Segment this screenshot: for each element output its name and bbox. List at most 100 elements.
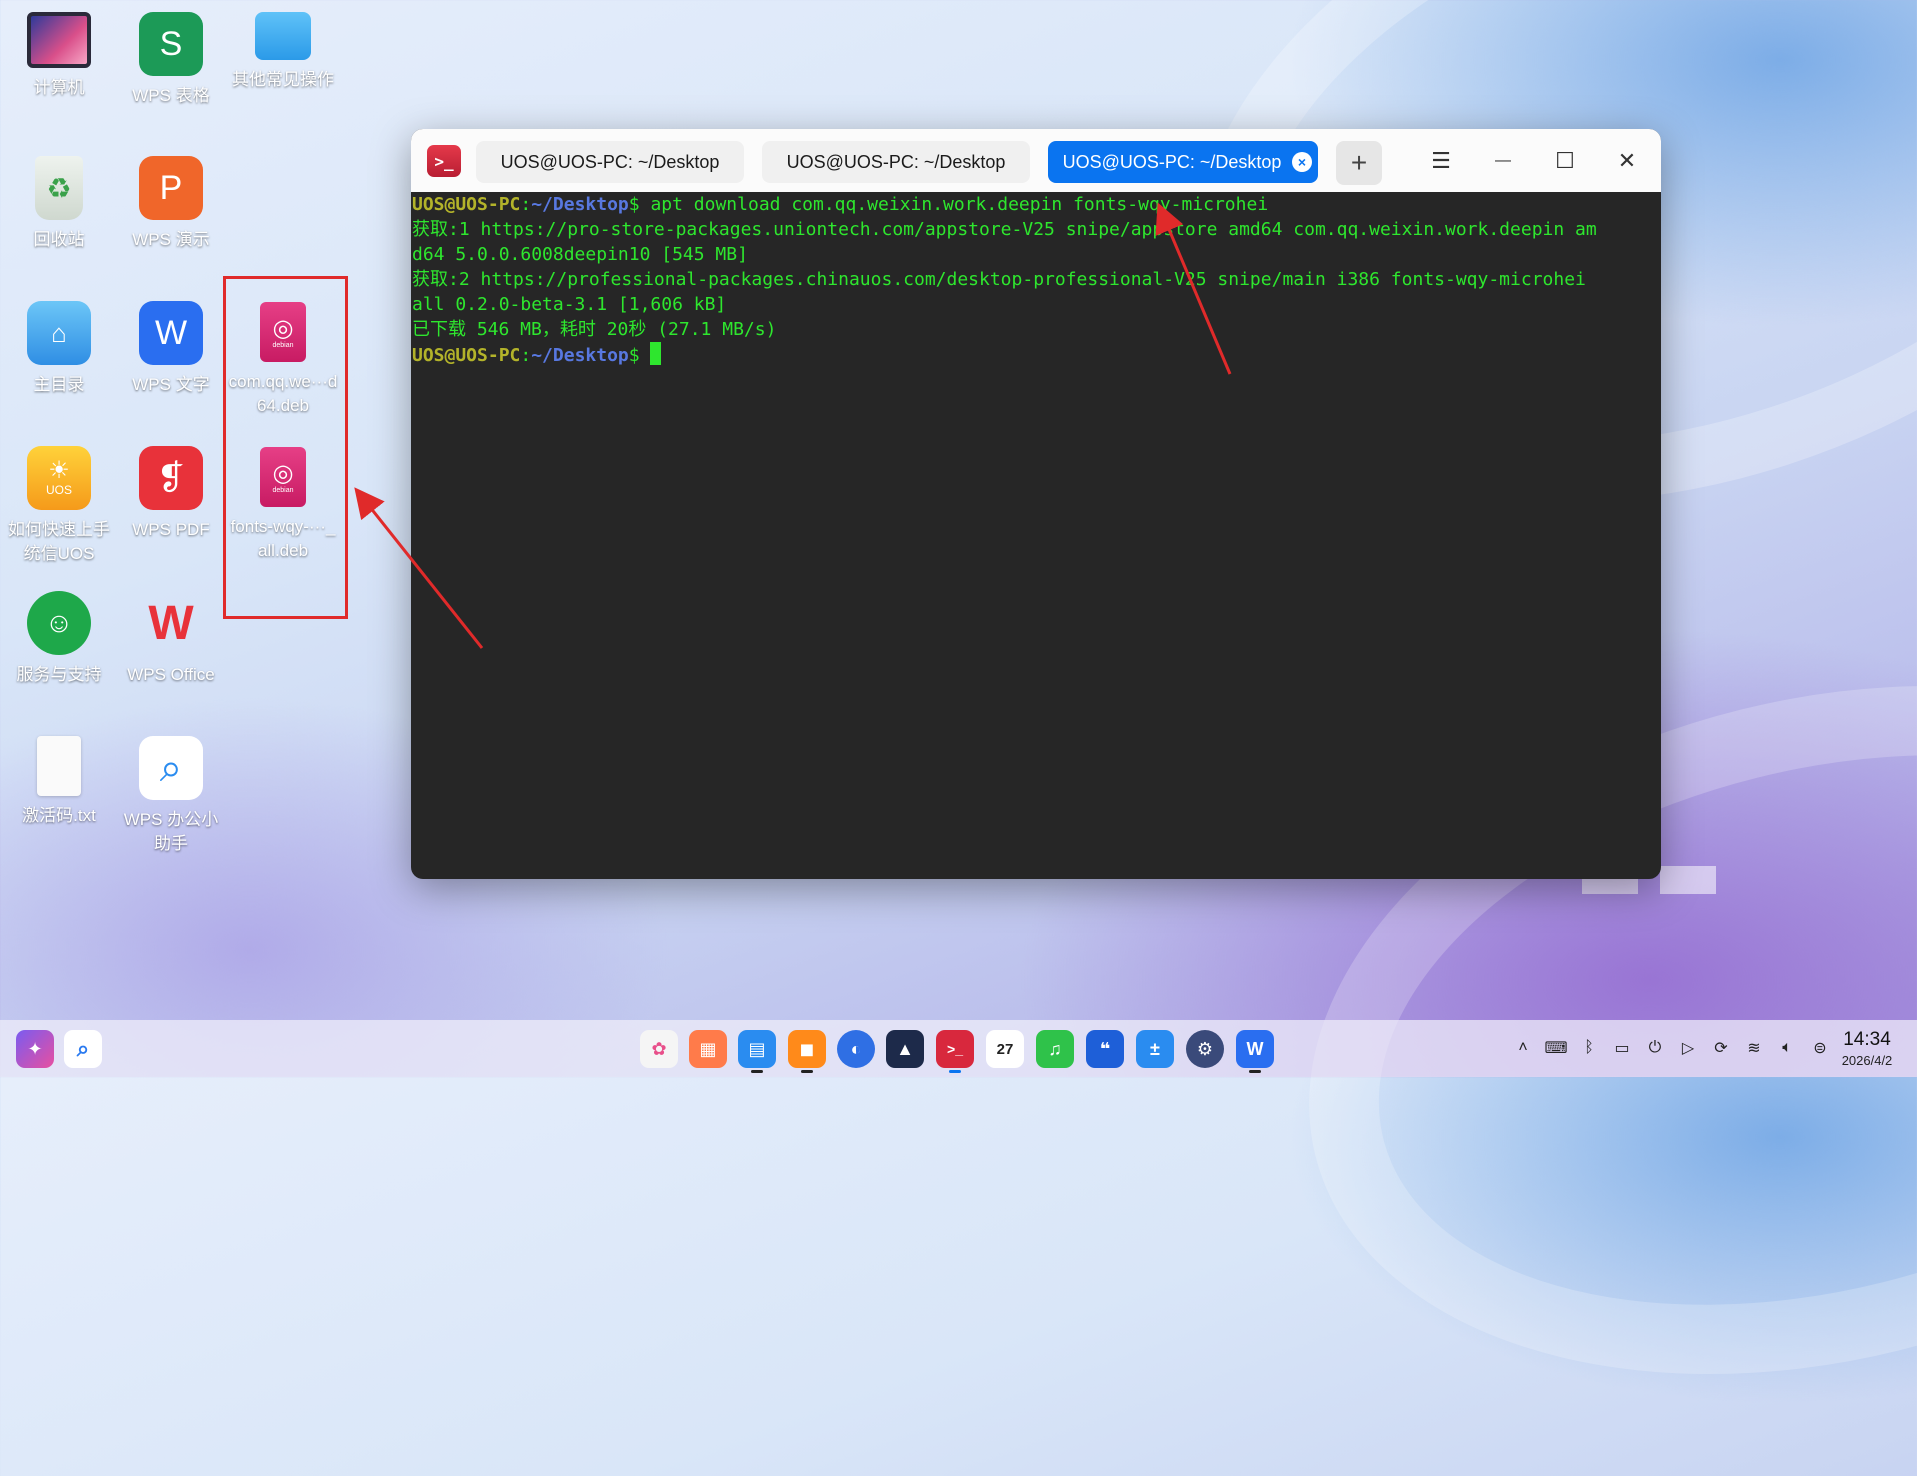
running-indicator	[751, 1070, 763, 1073]
output-line: 已下载 546 MB，耗时 20秒 (27.1 MB/s)	[412, 319, 777, 340]
notes-icon[interactable]: ❝	[1086, 1030, 1124, 1068]
prompt-user: UOS@UOS-PC	[412, 345, 521, 366]
close-icon[interactable]: ✕	[1607, 143, 1647, 179]
wps-pdf-icon: ❡	[139, 446, 203, 510]
menu-icon[interactable]: ☰	[1421, 143, 1461, 179]
file-manager-icon[interactable]: ▤	[738, 1030, 776, 1068]
toggle-icon[interactable]: ⊜	[1809, 1037, 1831, 1059]
app-store-icon[interactable]: ▦	[689, 1030, 727, 1068]
play-icon[interactable]: ▷	[1677, 1037, 1699, 1059]
calendar-icon[interactable]: 27	[986, 1030, 1024, 1068]
desktop-icon-label: WPS 表格	[132, 86, 210, 105]
terminal-tab[interactable]: UOS@UOS-PC: ~/Desktop	[762, 141, 1030, 183]
clock-date[interactable]: 2026/4/2	[1832, 1053, 1902, 1068]
prompt-line: UOS@UOS-PC:~/Desktop$	[412, 342, 1661, 368]
desktop-icon-wps-sheets[interactable]: S WPS 表格	[116, 12, 226, 108]
wps-sheets-icon: S	[139, 12, 203, 76]
desktop-icon-label: WPS 办公小助手	[123, 810, 219, 853]
output-line: d64 5.0.0.6008deepin10 [545 MB]	[412, 244, 748, 265]
wps-writer-icon: W	[139, 301, 203, 365]
desktop-icon-common-ops[interactable]: 其他常见操作	[228, 12, 338, 92]
prompt-symbol: $	[628, 345, 640, 366]
calculator-icon[interactable]: ±	[1136, 1030, 1174, 1068]
control-center-icon[interactable]: ⚙	[1186, 1030, 1224, 1068]
desktop-icon-wps-office[interactable]: W WPS Office	[116, 591, 226, 687]
command-text: apt download com.qq.weixin.work.deepin f…	[639, 194, 1269, 215]
wps-writer-icon[interactable]: W	[1236, 1030, 1274, 1068]
wps-office-icon: W	[148, 596, 194, 650]
terminal-cursor	[650, 342, 662, 365]
chevron-up-icon[interactable]: ˄	[1512, 1037, 1534, 1059]
home-folder-icon: ⌂	[27, 301, 91, 365]
desktop-icon-wps-assistant[interactable]: ⌕ WPS 办公小助手	[116, 736, 226, 856]
wifi-icon[interactable]: ≋	[1743, 1037, 1765, 1059]
output-line: 获取:2 https://professional-packages.china…	[412, 269, 1586, 290]
bluetooth-icon[interactable]: ᛒ	[1578, 1037, 1600, 1059]
recycle-bin-icon: ♻	[35, 156, 83, 220]
calendar-day: 27	[996, 1040, 1014, 1058]
tab-label: UOS@UOS-PC: ~/Desktop	[1062, 151, 1282, 172]
terminal-tab-active[interactable]: UOS@UOS-PC: ~/Desktop ×	[1048, 141, 1318, 183]
prompt-separator: :	[520, 345, 532, 366]
desktop-icon-label: 其他常见操作	[232, 70, 334, 89]
prompt-path: ~/Desktop	[531, 194, 629, 215]
output-line: 获取:1 https://pro-store-packages.uniontec…	[412, 219, 1597, 240]
add-tab-button[interactable]: +	[1336, 141, 1382, 185]
ghost-window	[1660, 866, 1716, 894]
running-indicator	[1249, 1070, 1261, 1073]
keyboard-icon[interactable]: ⌨	[1544, 1037, 1567, 1059]
terminal-titlebar[interactable]: >_ UOS@UOS-PC: ~/Desktop UOS@UOS-PC: ~/D…	[411, 129, 1661, 192]
sync-icon[interactable]: ⟳	[1710, 1037, 1732, 1059]
tab-label: UOS@UOS-PC: ~/Desktop	[786, 151, 1006, 172]
power-icon[interactable]: ⏻	[1644, 1037, 1666, 1059]
desktop-icon-label: 计算机	[33, 78, 85, 97]
prompt-path: ~/Desktop	[531, 345, 629, 366]
support-icon: ☺	[27, 591, 91, 655]
desktop-icon-wps-writer[interactable]: W WPS 文字	[116, 301, 226, 397]
close-tab-icon[interactable]: ×	[1292, 152, 1312, 172]
prompt-separator: :	[520, 194, 532, 215]
settings-icon[interactable]: ✿	[640, 1030, 678, 1068]
terminal-window[interactable]: >_ UOS@UOS-PC: ~/Desktop UOS@UOS-PC: ~/D…	[411, 129, 1661, 879]
desktop-icon-label: WPS Office	[127, 665, 215, 684]
command-line: UOS@UOS-PC:~/Desktop$ apt download com.q…	[412, 192, 1661, 217]
desktop-icon-label: WPS 文字	[132, 375, 210, 394]
uos-badge: UOS	[45, 483, 72, 497]
wps-presentation-icon: P	[139, 156, 203, 220]
clock-time[interactable]: 14:34	[1832, 1029, 1902, 1051]
browser-icon[interactable]: ◐	[837, 1030, 875, 1068]
desktop-icon-label: WPS 演示	[132, 230, 210, 249]
wps-assistant-icon: ⌕	[139, 736, 203, 800]
prompt-symbol: $	[628, 194, 640, 215]
folder-icon	[255, 12, 311, 60]
desktop-icon-uos-guide[interactable]: ☀ UOS 如何快速上手统信UOS	[4, 446, 114, 566]
maximize-icon[interactable]: ☐	[1545, 143, 1585, 179]
desktop-icon-label: 激活码.txt	[22, 806, 96, 825]
minimize-icon[interactable]: —	[1483, 143, 1523, 179]
desktop-icon-activation-txt[interactable]: 激活码.txt	[4, 736, 114, 828]
output-line: all 0.2.0-beta-3.1 [1,606 kB]	[412, 294, 727, 315]
desktop-icon-label: WPS PDF	[132, 520, 210, 539]
shopping-bag-icon[interactable]: ◼	[788, 1030, 826, 1068]
uos-guide-icon: ☀ UOS	[27, 446, 91, 510]
desktop-icon-wps-pdf[interactable]: ❡ WPS PDF	[116, 446, 226, 542]
desktop-icon-wps-presentation[interactable]: P WPS 演示	[116, 156, 226, 252]
running-indicator	[801, 1070, 813, 1073]
desktop-icon-support[interactable]: ☺ 服务与支持	[4, 591, 114, 687]
terminal-icon[interactable]: >_	[936, 1030, 974, 1068]
terminal-output[interactable]: UOS@UOS-PC:~/Desktop$ apt download com.q…	[411, 192, 1661, 879]
music-icon[interactable]: ♫	[1036, 1030, 1074, 1068]
tab-label: UOS@UOS-PC: ~/Desktop	[500, 151, 720, 172]
launcher-icon[interactable]: ✦	[16, 1030, 54, 1068]
desktop-icon-label: 回收站	[33, 230, 85, 249]
desktop-icon-label: 如何快速上手统信UOS	[8, 520, 110, 563]
search-icon[interactable]: ⌕	[64, 1030, 102, 1068]
desktop-icon-home[interactable]: ⌂ 主目录	[4, 301, 114, 397]
desktop-icon-recycle-bin[interactable]: ♻ 回收站	[4, 156, 114, 252]
desktop-icon-computer[interactable]: 计算机	[4, 12, 114, 100]
battery-icon[interactable]: ▭	[1611, 1037, 1633, 1059]
volume-icon[interactable]: 🔈︎	[1776, 1037, 1798, 1059]
editor-icon[interactable]: ▲	[886, 1030, 924, 1068]
terminal-tab[interactable]: UOS@UOS-PC: ~/Desktop	[476, 141, 744, 183]
running-indicator	[949, 1070, 961, 1073]
